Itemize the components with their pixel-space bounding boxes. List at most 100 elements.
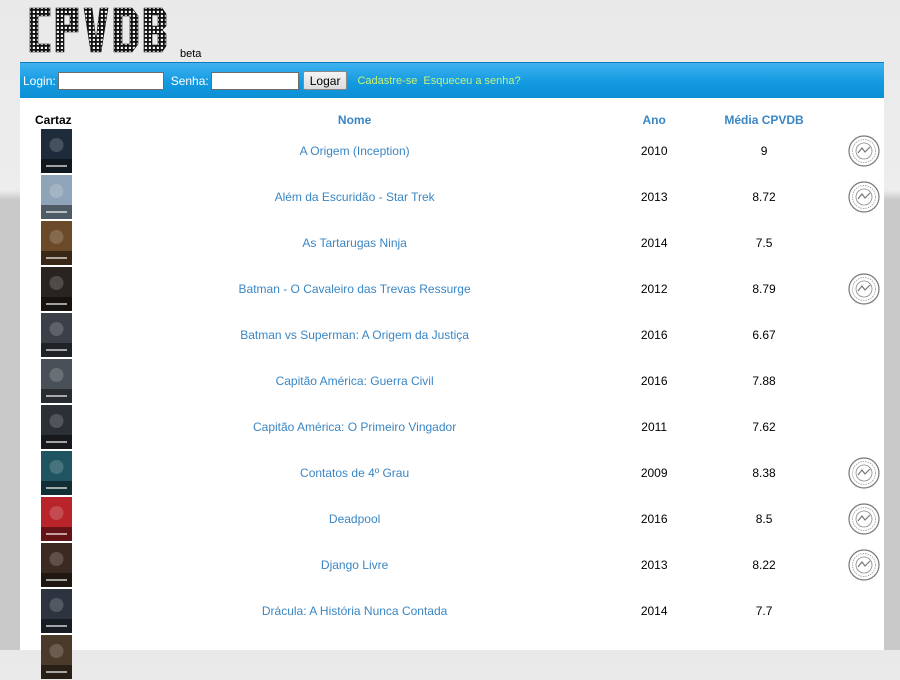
movie-name-link[interactable]: [85, 634, 624, 680]
table-row: As Tartarugas Ninja 2014 7.5: [35, 220, 884, 266]
login-label: Login:: [23, 73, 56, 88]
movie-poster-image[interactable]: [41, 543, 72, 587]
senha-input[interactable]: [210, 71, 299, 90]
movie-table: Cartaz Nome Ano Média CPVDB A Origem (In…: [35, 112, 884, 680]
table-row: Contatos de 4º Grau 2009 8.38: [35, 450, 884, 496]
movie-rating: 9: [760, 144, 768, 158]
main-content: Cartaz Nome Ano Média CPVDB A Origem (In…: [20, 98, 884, 679]
movie-poster-image[interactable]: [41, 221, 72, 265]
movie-poster-image[interactable]: [41, 359, 72, 403]
poster-cell: [35, 542, 85, 588]
table-row: Django Livre 2013 8.22: [35, 542, 884, 588]
site-header: beta: [0, 0, 900, 62]
cpvdb-logo[interactable]: [28, 2, 168, 56]
movie-year: 2016: [640, 374, 668, 388]
seal-cell: [844, 588, 884, 634]
table-row: Batman - O Cavaleiro das Trevas Ressurge…: [35, 266, 884, 312]
movie-name-link[interactable]: Além da Escuridão - Star Trek: [85, 174, 624, 220]
movie-poster-image[interactable]: [41, 497, 72, 541]
movie-year: 2010: [640, 144, 668, 158]
seal-cell: [844, 220, 884, 266]
login-input[interactable]: [57, 71, 164, 90]
movie-name-link[interactable]: Contatos de 4º Grau: [85, 450, 624, 496]
movie-rating: 7.62: [752, 420, 776, 434]
logar-button[interactable]: Logar: [302, 71, 348, 90]
seal-cell: [844, 266, 884, 312]
movie-rating: 8.72: [752, 190, 776, 204]
movie-name-link[interactable]: As Tartarugas Ninja: [85, 220, 624, 266]
table-row: Capitão América: O Primeiro Vingador 2011…: [35, 404, 884, 450]
header-ano[interactable]: Ano: [624, 112, 684, 128]
movie-poster-image[interactable]: [41, 267, 72, 311]
approval-seal-icon: [848, 181, 880, 213]
movie-name-link[interactable]: Deadpool: [85, 496, 624, 542]
poster-cell: [35, 128, 85, 174]
movie-poster-image[interactable]: [41, 635, 72, 679]
table-row: Drácula: A História Nunca Contada 2014 7.7: [35, 588, 884, 634]
seal-cell: [844, 312, 884, 358]
movie-name-link[interactable]: Batman - O Cavaleiro das Trevas Ressurge: [85, 266, 624, 312]
movie-rating: 8.38: [752, 466, 776, 480]
poster-cell: [35, 404, 85, 450]
header-nome[interactable]: Nome: [85, 112, 624, 128]
seal-cell: [844, 542, 884, 588]
movie-poster-image[interactable]: [41, 451, 72, 495]
movie-rating: 8.79: [752, 282, 776, 296]
table-row: A Origem (Inception) 2010 9: [35, 128, 884, 174]
register-link[interactable]: Cadastre-se: [357, 75, 417, 87]
movie-name-link[interactable]: Capitão América: O Primeiro Vingador: [85, 404, 624, 450]
approval-seal-icon: [848, 135, 880, 167]
movie-year: 2016: [640, 512, 668, 526]
poster-cell: [35, 450, 85, 496]
movie-name-link[interactable]: Capitão América: Guerra Civil: [85, 358, 624, 404]
movie-year: 2013: [640, 558, 668, 572]
movie-name-link[interactable]: Drácula: A História Nunca Contada: [85, 588, 624, 634]
movie-poster-image[interactable]: [41, 175, 72, 219]
header-cartaz: Cartaz: [35, 113, 72, 127]
poster-cell: [35, 588, 85, 634]
seal-cell: [844, 450, 884, 496]
movie-poster-image[interactable]: [41, 589, 72, 633]
movie-year: 2009: [640, 466, 668, 480]
seal-cell: [844, 496, 884, 542]
poster-cell: [35, 174, 85, 220]
senha-label: Senha:: [170, 73, 209, 88]
forgot-password-link[interactable]: Esqueceu a senha?: [423, 75, 520, 87]
table-row: Batman vs Superman: A Origem da Justiça 2…: [35, 312, 884, 358]
movie-rating: 7.7: [755, 604, 773, 618]
poster-cell: [35, 220, 85, 266]
movie-year: 2013: [640, 190, 668, 204]
seal-cell: [844, 174, 884, 220]
movie-name-link[interactable]: Django Livre: [85, 542, 624, 588]
table-row: Além da Escuridão - Star Trek 2013 8.72: [35, 174, 884, 220]
movie-year: 2016: [640, 328, 668, 342]
movie-year: 2014: [640, 236, 668, 250]
poster-cell: [35, 496, 85, 542]
approval-seal-icon: [848, 457, 880, 489]
movie-rating: 8.22: [752, 558, 776, 572]
movie-rating: [684, 634, 844, 680]
movie-year: [624, 634, 684, 680]
movie-poster-image[interactable]: [41, 313, 72, 357]
movie-year: 2014: [640, 604, 668, 618]
movie-poster-image[interactable]: [41, 129, 72, 173]
header-seal: [844, 112, 884, 128]
login-bar: Login: Senha: Logar Cadastre-se Esqueceu…: [20, 62, 884, 98]
table-row: [35, 634, 884, 680]
movie-rating: 7.5: [755, 236, 773, 250]
movie-rating: 7.88: [752, 374, 776, 388]
table-header-row: Cartaz Nome Ano Média CPVDB: [35, 112, 884, 128]
seal-cell: [844, 404, 884, 450]
approval-seal-icon: [848, 273, 880, 305]
movie-poster-image[interactable]: [41, 405, 72, 449]
header-media[interactable]: Média CPVDB: [684, 112, 844, 128]
movie-name-link[interactable]: Batman vs Superman: A Origem da Justiça: [85, 312, 624, 358]
poster-cell: [35, 266, 85, 312]
seal-cell: [844, 128, 884, 174]
movie-rating: 8.5: [755, 512, 773, 526]
movie-name-link[interactable]: A Origem (Inception): [85, 128, 624, 174]
seal-cell: [844, 634, 884, 680]
seal-cell: [844, 358, 884, 404]
movie-year: 2012: [640, 282, 668, 296]
beta-label: beta: [180, 48, 202, 60]
